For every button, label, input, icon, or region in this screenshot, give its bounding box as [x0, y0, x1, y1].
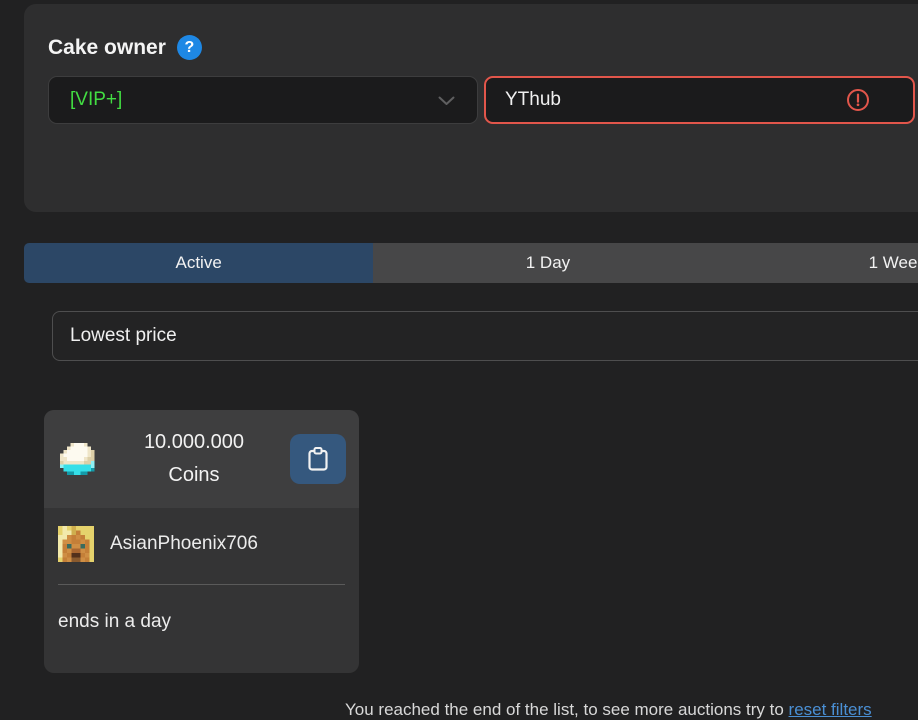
seller-name: AsianPhoenix706 — [110, 533, 258, 555]
auction-card[interactable]: 10.000.000 Coins AsianPhoenix706 ends in… — [44, 410, 359, 673]
price-currency: Coins — [98, 459, 290, 492]
auction-ends-text: ends in a day — [58, 611, 345, 633]
rank-select-value: [VIP+] — [70, 89, 122, 111]
footer-link[interactable]: reset filters — [789, 700, 872, 719]
footer-cutoff-text: You reached the end of the list, to see … — [345, 700, 789, 719]
tab-active[interactable]: Active — [24, 243, 373, 283]
footer-cutoff-line: You reached the end of the list, to see … — [345, 700, 872, 720]
chevron-down-icon — [438, 96, 455, 106]
auction-price: 10.000.000 Coins — [98, 426, 290, 492]
filter-controls-row: [VIP+] — [48, 76, 918, 124]
owner-name-input[interactable] — [484, 76, 915, 124]
panel-title: Cake owner — [48, 36, 166, 60]
panel-title-row: Cake owner ? — [48, 35, 202, 60]
seller-avatar — [58, 526, 94, 562]
time-range-tabs: Active 1 Day 1 Week — [24, 243, 918, 283]
price-value: 10.000.000 — [98, 426, 290, 459]
copy-button[interactable] — [290, 434, 346, 484]
tab-1-day[interactable]: 1 Day — [373, 243, 722, 283]
auction-card-header: 10.000.000 Coins — [44, 410, 359, 508]
coin-icon — [60, 443, 98, 475]
card-divider — [58, 584, 345, 585]
seller-row: AsianPhoenix706 — [58, 526, 345, 562]
rank-select[interactable]: [VIP+] — [48, 76, 478, 124]
sort-select[interactable]: Lowest price — [52, 311, 918, 361]
clipboard-icon — [305, 445, 331, 473]
sort-select-value: Lowest price — [70, 325, 177, 347]
filter-panel: Cake owner ? [VIP+] — [24, 4, 918, 212]
tab-1-week[interactable]: 1 Week — [723, 243, 918, 283]
help-icon[interactable]: ? — [177, 35, 202, 60]
